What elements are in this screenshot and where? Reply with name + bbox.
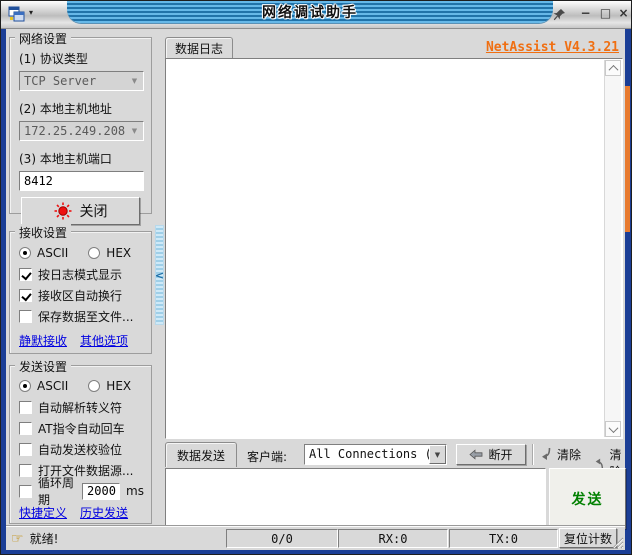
recv-ascii-label: ASCII	[37, 246, 69, 260]
scroll-up-button[interactable]	[605, 60, 621, 76]
receive-settings-title: 接收设置	[15, 224, 72, 241]
dropdown-arrow-icon[interactable]: ▼	[126, 72, 143, 90]
send-settings-group: 发送设置 ASCII HEX 自动解析转义符 AT指令自动回车 自动发送校验位	[9, 358, 152, 524]
client-select[interactable]: All Connections (0) ▼	[304, 444, 447, 465]
send-hex-label: HEX	[106, 379, 132, 393]
host-address-value: 172.25.249.208	[24, 124, 126, 138]
escape-parse-label: 自动解析转义符	[38, 400, 123, 415]
close-connection-label: 关闭	[79, 204, 108, 220]
cycle-checkbox[interactable]	[19, 484, 32, 498]
splitter-grip[interactable]: <	[155, 225, 164, 325]
curved-down-arrow-icon	[542, 447, 551, 460]
send-ascii-label: ASCII	[37, 379, 69, 393]
log-mode-label: 按日志模式显示	[38, 267, 123, 282]
pin-icon[interactable]	[552, 7, 567, 22]
window-border-orange-strip	[625, 86, 630, 232]
window-border-bottom	[1, 550, 631, 554]
cycle-period-input[interactable]	[82, 482, 121, 500]
auto-wrap-label: 接收区自动换行	[38, 288, 123, 303]
protocol-type-select[interactable]: TCP Server ▼	[19, 71, 144, 91]
escape-parse-checkbox[interactable]	[19, 400, 32, 414]
auto-checksum-checkbox[interactable]	[19, 442, 32, 456]
clear-receive-label: 清除	[557, 448, 582, 462]
host-port-label: (3) 本地主机端口	[19, 152, 112, 166]
send-settings-title: 发送设置	[15, 358, 72, 375]
disconnect-label: 断开	[488, 448, 513, 462]
send-button[interactable]: 发送	[549, 468, 626, 529]
close-button[interactable]: ×	[615, 6, 631, 22]
send-ascii-radio[interactable]	[19, 380, 31, 392]
reset-count-label: 复位计数	[563, 531, 612, 546]
host-address-label: (2) 本地主机地址	[19, 102, 112, 116]
recv-hex-label: HEX	[106, 246, 132, 260]
file-source-checkbox[interactable]	[19, 463, 32, 477]
send-hex-radio[interactable]	[88, 380, 101, 392]
cycle-unit: ms	[126, 484, 144, 498]
quick-define-link[interactable]: 快捷定义	[19, 504, 67, 521]
chevron-down-icon	[608, 422, 618, 433]
rx-counter: RX:0	[338, 529, 448, 548]
version-link[interactable]: NetAssist V4.3.21	[486, 40, 619, 55]
recv-hex-radio[interactable]	[88, 247, 101, 259]
protocol-type-label: (1) 协议类型	[19, 52, 88, 66]
client-label: 客户端:	[247, 450, 288, 464]
auto-wrap-checkbox[interactable]	[19, 288, 32, 302]
resize-grip[interactable]	[610, 535, 624, 549]
at-cr-checkbox[interactable]	[19, 421, 32, 435]
panel-splitter[interactable]: <	[154, 29, 165, 532]
close-connection-button[interactable]: 关闭	[21, 197, 140, 225]
reset-count-button[interactable]: 复位计数	[559, 528, 617, 548]
separator	[532, 444, 533, 465]
tx-counter: TX:0	[449, 529, 558, 548]
collapse-chevron-icon: <	[154, 268, 165, 282]
save-to-file-label: 保存数据至文件...	[38, 309, 134, 324]
silent-receive-link[interactable]: 静默接收	[19, 332, 67, 349]
other-options-link[interactable]: 其他选项	[80, 332, 128, 349]
status-bar: ☞ 就绪! 0/0 RX:0 TX:0 复位计数	[6, 527, 625, 550]
maximize-button[interactable]: □	[597, 6, 614, 22]
receive-settings-group: 接收设置 ASCII HEX 按日志模式显示 接收区自动换行 保存数据至文件..…	[9, 224, 152, 354]
scroll-down-button[interactable]	[605, 421, 621, 437]
left-arrow-icon	[469, 449, 483, 460]
tab-data-send[interactable]: 数据发送	[165, 442, 237, 467]
frames-counter: 0/0	[226, 529, 338, 548]
dropdown-arrow-icon[interactable]: ▼	[429, 445, 446, 464]
status-ready: ☞ 就绪!	[11, 530, 58, 547]
dropdown-arrow-icon[interactable]: ▼	[126, 122, 143, 140]
host-address-select[interactable]: 172.25.249.208 ▼	[19, 121, 144, 141]
pointing-hand-icon: ☞	[11, 530, 24, 547]
clear-receive-button[interactable]: 清除	[539, 446, 581, 463]
tab-data-log-label: 数据日志	[174, 41, 223, 56]
red-led-icon	[54, 202, 71, 220]
window-title: 网络调试助手	[262, 5, 358, 21]
app-icon[interactable]	[8, 6, 25, 23]
history-send-link[interactable]: 历史发送	[80, 504, 128, 521]
titlebar[interactable]: ▾ 网络调试助手 − □ ×	[1, 1, 631, 29]
window-border-left	[1, 29, 6, 554]
send-button-label: 发送	[571, 491, 604, 508]
status-ready-text: 就绪!	[29, 532, 59, 546]
tab-data-log[interactable]: 数据日志	[165, 37, 233, 58]
disconnect-button[interactable]: 断开	[456, 444, 526, 465]
network-settings-group: 网络设置 (1) 协议类型 TCP Server ▼ (2) 本地主机地址 17…	[9, 30, 152, 225]
at-cr-label: AT指令自动回车	[38, 421, 125, 436]
titlebar-stripes: 网络调试助手	[67, 1, 553, 23]
network-settings-title: 网络设置	[15, 30, 72, 47]
data-log-area	[165, 58, 623, 439]
host-port-input[interactable]	[19, 171, 144, 191]
save-to-file-checkbox[interactable]	[19, 309, 32, 323]
send-data-input[interactable]	[165, 468, 546, 529]
tab-data-send-label: 数据发送	[176, 448, 225, 463]
client-select-value: All Connections (0)	[309, 447, 429, 461]
cycle-label: 循环周期	[38, 476, 75, 507]
auto-checksum-label: 自动发送校验位	[38, 442, 123, 457]
minimize-button[interactable]: −	[577, 6, 594, 22]
log-mode-checkbox[interactable]	[19, 267, 32, 281]
recv-ascii-radio[interactable]	[19, 247, 31, 259]
protocol-type-value: TCP Server	[24, 74, 97, 88]
chevron-up-icon	[608, 64, 618, 75]
log-scrollbar[interactable]	[604, 60, 621, 437]
window-menu-arrow-icon[interactable]: ▾	[29, 8, 33, 17]
app-window: ▾ 网络调试助手 − □ × 网络设置 (1) 协议类型 TCP Server …	[0, 0, 632, 555]
